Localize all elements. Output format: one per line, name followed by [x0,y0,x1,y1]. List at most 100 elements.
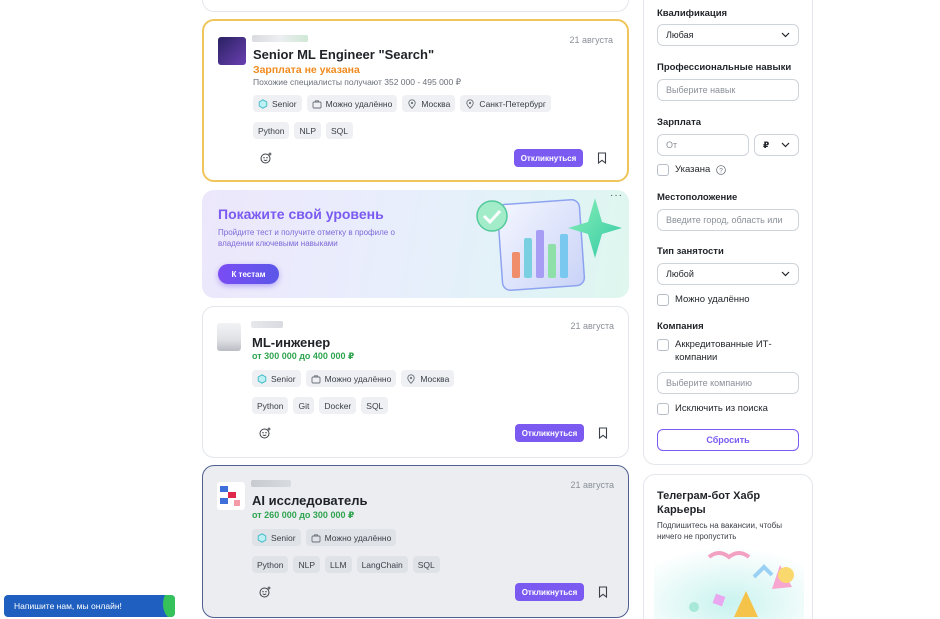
location-pin-icon [408,98,416,109]
checkbox[interactable] [657,164,669,176]
company-logo [217,323,241,351]
tag-remote[interactable]: Можно удалённо [305,529,397,546]
vacancy-card[interactable]: 21 августа AI исследователь от 260 000 д… [202,465,629,618]
chevron-down-icon [781,142,790,148]
vacancy-skills: Python NLP LLM LangChain SQL [252,556,440,573]
level-icon [257,532,267,543]
briefcase-icon [312,99,322,108]
vacancy-tags: Senior Можно удалённо [252,529,397,546]
checkbox[interactable] [657,294,669,306]
employment-label: Тип занятости [657,246,724,257]
company-label: Компания [657,321,704,332]
briefcase-icon [311,533,321,542]
vacancy-salary: от 300 000 до 400 000 ₽ [252,351,355,361]
tag-location[interactable]: Москва [402,95,456,112]
skill-tag[interactable]: NLP [293,556,321,573]
bookmark-icon[interactable] [597,152,607,164]
skill-tag[interactable]: SQL [326,122,354,139]
telegram-subtitle: Подпишитесь на вакансии, чтобы ничего не… [657,521,782,541]
online-chat-widget[interactable]: Напишите нам, мы онлайн! [4,595,175,617]
briefcase-icon [311,374,321,383]
skill-tag[interactable]: SQL [412,556,440,573]
skills-label: Профессиональные навыки [657,62,792,73]
vacancy-title[interactable]: Senior ML Engineer "Search" [253,47,434,62]
skill-tag[interactable]: NLP [294,122,322,139]
vacancy-date: 21 августа [570,321,614,331]
currency-select[interactable]: ₽ [754,134,799,156]
chart-illustration [476,198,622,291]
vacancy-card[interactable]: 21 августа ML-инженер от 300 000 до 400 … [202,306,629,458]
apply-button[interactable]: Откликнуться [515,583,584,601]
skill-tag[interactable]: SQL [361,397,389,414]
tag-level[interactable]: Senior [252,370,301,387]
banner-title: Покажите свой уровень [218,206,384,222]
skill-tag[interactable]: LangChain [356,556,408,573]
skills-input[interactable]: Выберите навык [657,79,799,101]
company-name-blurred [251,480,291,487]
skills-test-banner[interactable]: Покажите свой уровень Пройдите тест и по… [202,190,629,298]
skill-tag[interactable]: Python [252,556,289,573]
telegram-title: Телеграм-бот Хабр Карьеры [657,490,761,516]
reset-button[interactable]: Сбросить [657,429,799,451]
checkbox[interactable] [657,403,669,415]
apply-button[interactable]: Откликнуться [515,424,584,442]
salary-label: Зарплата [657,117,702,128]
level-icon [257,373,267,384]
employment-select[interactable]: Любой [657,263,799,285]
qualification-select[interactable]: Любая [657,24,799,46]
vacancy-date: 21 августа [570,480,614,490]
company-name-blurred [251,321,283,328]
skill-tag[interactable]: Git [293,397,315,414]
salary-specified-checkbox[interactable]: Указана ? [657,163,727,176]
telegram-bot-promo[interactable]: Телеграм-бот Хабр Карьеры Подпишитесь на… [643,474,813,619]
add-reaction-icon[interactable] [259,586,271,598]
to-tests-button[interactable]: К тестам [218,264,279,284]
skill-tag[interactable]: Docker [319,397,357,414]
previous-card-edge [202,0,629,12]
vacancy-tags: Senior Можно удалённо Москва [252,370,455,387]
company-logo [217,482,245,510]
chevron-down-icon [781,32,790,38]
tag-remote[interactable]: Можно удалённо [305,370,397,387]
vacancy-salary: Зарплата не указана [253,64,360,76]
location-label: Местоположение [657,192,738,203]
company-logo [218,37,246,65]
company-input[interactable]: Выберите компанию [657,372,799,394]
skill-tag[interactable]: LLM [325,556,352,573]
apply-button[interactable]: Откликнуться [514,149,583,167]
vacancy-tags: Senior Можно удалённо Москва Санкт-Петер… [253,95,552,112]
location-pin-icon [407,373,415,384]
confetti-illustration [654,547,804,619]
exclude-checkbox[interactable]: Исключить из поиска [657,402,768,415]
remote-checkbox[interactable]: Можно удалённо [657,293,750,306]
skill-tag[interactable]: Python [253,122,290,139]
add-reaction-icon[interactable] [260,152,272,164]
vacancy-title[interactable]: AI исследователь [252,493,367,508]
chevron-down-icon [781,271,790,277]
bookmark-icon[interactable] [598,427,608,439]
vacancy-skills: Python NLP SQL [253,122,354,139]
skill-tag[interactable]: Python [252,397,289,414]
tag-location[interactable]: Санкт-Петербург [460,95,552,112]
tag-level[interactable]: Senior [253,95,302,112]
vacancy-date: 21 августа [569,35,613,45]
tag-level[interactable]: Senior [252,529,301,546]
add-reaction-icon[interactable] [259,427,271,439]
accredited-checkbox[interactable]: Аккредитованные ИТ-компании [657,338,799,364]
tag-remote[interactable]: Можно удалённо [306,95,398,112]
vacancy-card[interactable]: 21 августа Senior ML Engineer "Search" З… [202,19,629,182]
checkbox[interactable] [657,339,669,351]
svg-text:?: ? [720,167,724,174]
banner-subtitle: Пройдите тест и получите отметку в профи… [218,228,395,248]
location-input[interactable]: Введите город, область или [657,209,799,231]
salary-from-input[interactable]: От [657,134,749,156]
tag-location[interactable]: Москва [401,370,455,387]
filters-panel: Квалификация Любая Профессиональные навы… [643,0,813,465]
vacancy-salary: от 260 000 до 300 000 ₽ [252,510,355,520]
vacancy-title[interactable]: ML-инженер [252,335,330,350]
level-icon [258,98,268,109]
help-icon[interactable]: ? [716,165,727,175]
company-name-blurred [252,35,308,42]
location-pin-icon [466,98,474,109]
bookmark-icon[interactable] [598,586,608,598]
